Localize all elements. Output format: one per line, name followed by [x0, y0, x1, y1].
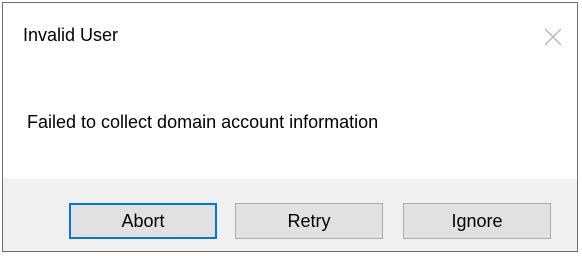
dialog-title: Invalid User: [23, 25, 119, 45]
ignore-button[interactable]: Ignore: [403, 203, 551, 239]
message-box-dialog: Invalid User Failed to collect domain ac…: [2, 2, 578, 252]
abort-button[interactable]: Abort: [69, 203, 217, 239]
close-icon: [544, 28, 562, 46]
title-bar: Invalid User: [3, 3, 577, 65]
close-button[interactable]: [535, 19, 571, 55]
retry-button[interactable]: Retry: [235, 203, 383, 239]
button-bar: Abort Retry Ignore: [3, 179, 577, 251]
dialog-message: Failed to collect domain account informa…: [27, 112, 379, 132]
